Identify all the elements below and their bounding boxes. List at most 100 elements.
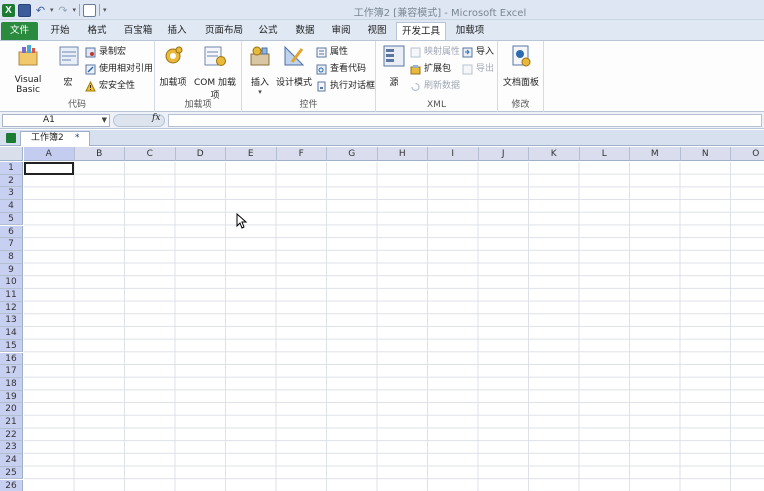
com-addins-button[interactable]: COM 加载项 <box>190 44 240 101</box>
row-header[interactable]: 26 <box>0 479 23 491</box>
tab-developer[interactable]: 开发工具 <box>396 22 446 40</box>
tab-data[interactable]: 数据 <box>290 22 320 40</box>
row-header[interactable]: 21 <box>0 416 23 429</box>
column-header[interactable]: J <box>478 147 529 161</box>
row-header[interactable]: 12 <box>0 301 23 315</box>
column-header[interactable]: D <box>175 147 226 161</box>
save-icon[interactable] <box>18 3 31 17</box>
row-header[interactable]: 9 <box>0 263 23 277</box>
xml-export-button[interactable]: 导出 <box>462 62 494 76</box>
chevron-down-icon[interactable]: ▼ <box>102 115 107 126</box>
active-cell[interactable] <box>24 162 74 175</box>
row-header[interactable]: 16 <box>0 352 23 366</box>
refresh-data-button[interactable]: 刷新数据 <box>410 79 460 93</box>
relative-references-button[interactable]: 使用相对引用 <box>85 62 153 76</box>
undo-dropdown-icon[interactable]: ▾ <box>50 6 54 14</box>
tab-home[interactable]: 开始 <box>45 22 75 40</box>
group-controls: 插入 ▾ 设计模式 属性 查看代码 执行对话框 控件 <box>242 41 376 112</box>
tab-toolbox[interactable]: 百宝箱 <box>118 22 158 40</box>
redo-dropdown-icon[interactable]: ▾ <box>73 6 77 14</box>
row-header[interactable]: 5 <box>0 212 23 226</box>
column-header[interactable]: L <box>579 147 630 161</box>
row-header[interactable]: 8 <box>0 250 23 264</box>
design-mode-button[interactable]: 设计模式 <box>275 44 313 88</box>
visual-basic-button[interactable]: Visual Basic <box>2 44 54 95</box>
row-header[interactable]: 22 <box>0 428 23 442</box>
row-header[interactable]: 25 <box>0 466 23 480</box>
design-mode-icon <box>284 45 305 66</box>
xml-source-label: 源 <box>389 78 399 88</box>
row-header[interactable]: 3 <box>0 187 23 201</box>
tab-view[interactable]: 视图 <box>362 22 392 40</box>
excel-app-icon[interactable]: X <box>2 3 15 17</box>
tab-formulas[interactable]: 公式 <box>253 22 283 40</box>
workbook-modified-indicator[interactable]: * <box>75 132 80 145</box>
undo-icon[interactable]: ↶ <box>34 4 47 17</box>
column-header[interactable]: G <box>327 147 378 161</box>
row-header[interactable]: 4 <box>0 200 23 213</box>
redo-icon[interactable]: ↷ <box>57 4 70 17</box>
column-header[interactable]: N <box>680 147 731 161</box>
xml-import-button[interactable]: 导入 <box>462 45 494 59</box>
expansion-packs-button[interactable]: 扩展包 <box>410 62 451 76</box>
quick-access-toolbar: X ↶ ▾ ↷ ▾ ▾ <box>2 2 107 18</box>
row-header[interactable]: 13 <box>0 314 23 328</box>
addins-label: 加载项 <box>159 78 187 88</box>
insert-function-icon[interactable]: fx <box>152 113 160 123</box>
column-header[interactable]: O <box>731 147 764 161</box>
insert-control-button[interactable]: 插入 ▾ <box>246 44 274 96</box>
cell-area[interactable] <box>24 162 764 491</box>
print-preview-icon[interactable] <box>83 3 97 17</box>
record-macro-button[interactable]: 录制宏 <box>85 45 126 59</box>
name-box[interactable]: A1 ▼ <box>2 114 110 127</box>
row-header[interactable]: 18 <box>0 377 23 391</box>
tab-insert[interactable]: 插入 <box>162 22 192 40</box>
workbook-tab[interactable]: 工作簿2 * <box>20 131 90 146</box>
relative-references-label: 使用相对引用 <box>99 64 154 74</box>
refresh-icon <box>411 82 420 91</box>
row-header[interactable]: 20 <box>0 403 23 416</box>
properties-button[interactable]: 属性 <box>316 45 348 59</box>
tab-review[interactable]: 审阅 <box>326 22 356 40</box>
macros-button[interactable]: 宏 <box>57 44 79 88</box>
row-header[interactable]: 15 <box>0 339 23 353</box>
workbook-tab-strip: 工作簿2 * <box>0 130 764 146</box>
column-header[interactable]: K <box>529 147 580 161</box>
document-panel-button[interactable]: 文档面板 <box>501 44 541 88</box>
row-header[interactable]: 6 <box>0 225 23 239</box>
workbook-icon <box>6 133 16 143</box>
column-header[interactable]: H <box>377 147 428 161</box>
column-header[interactable]: C <box>125 147 176 161</box>
tab-page-layout[interactable]: 页面布局 <box>199 22 249 40</box>
row-header[interactable]: 23 <box>0 441 23 455</box>
map-properties-button[interactable]: 映射属性 <box>410 45 460 59</box>
row-header[interactable]: 14 <box>0 327 23 340</box>
column-header[interactable]: M <box>630 147 681 161</box>
column-header[interactable]: I <box>428 147 479 161</box>
addins-button[interactable]: 加载项 <box>158 44 188 88</box>
expansion-packs-label: 扩展包 <box>424 64 452 74</box>
xml-source-button[interactable]: 源 <box>382 44 406 88</box>
column-header[interactable]: F <box>276 147 327 161</box>
tab-file[interactable]: 文件 <box>1 22 38 40</box>
column-header[interactable]: E <box>226 147 277 161</box>
formula-input[interactable] <box>168 114 762 127</box>
row-header[interactable]: 11 <box>0 289 23 302</box>
row-header[interactable]: 24 <box>0 454 23 467</box>
tab-format[interactable]: 格式 <box>82 22 112 40</box>
column-header[interactable]: A <box>24 147 75 161</box>
row-header[interactable]: 17 <box>0 365 23 378</box>
macro-security-button[interactable]: 宏安全性 <box>85 79 135 93</box>
row-header[interactable]: 7 <box>0 238 23 251</box>
select-all-corner[interactable] <box>0 147 23 161</box>
row-header[interactable]: 2 <box>0 174 23 188</box>
run-dialog-button[interactable]: 执行对话框 <box>316 79 375 93</box>
column-header[interactable]: B <box>74 147 125 161</box>
view-code-button[interactable]: 查看代码 <box>316 62 366 76</box>
insert-dropdown-icon: ▾ <box>258 88 262 96</box>
row-header[interactable]: 19 <box>0 390 23 404</box>
row-header[interactable]: 1 <box>0 162 23 175</box>
row-header[interactable]: 10 <box>0 276 23 289</box>
customize-toolbar-icon[interactable]: ▾ <box>103 6 107 14</box>
tab-addins[interactable]: 加载项 <box>450 22 490 40</box>
